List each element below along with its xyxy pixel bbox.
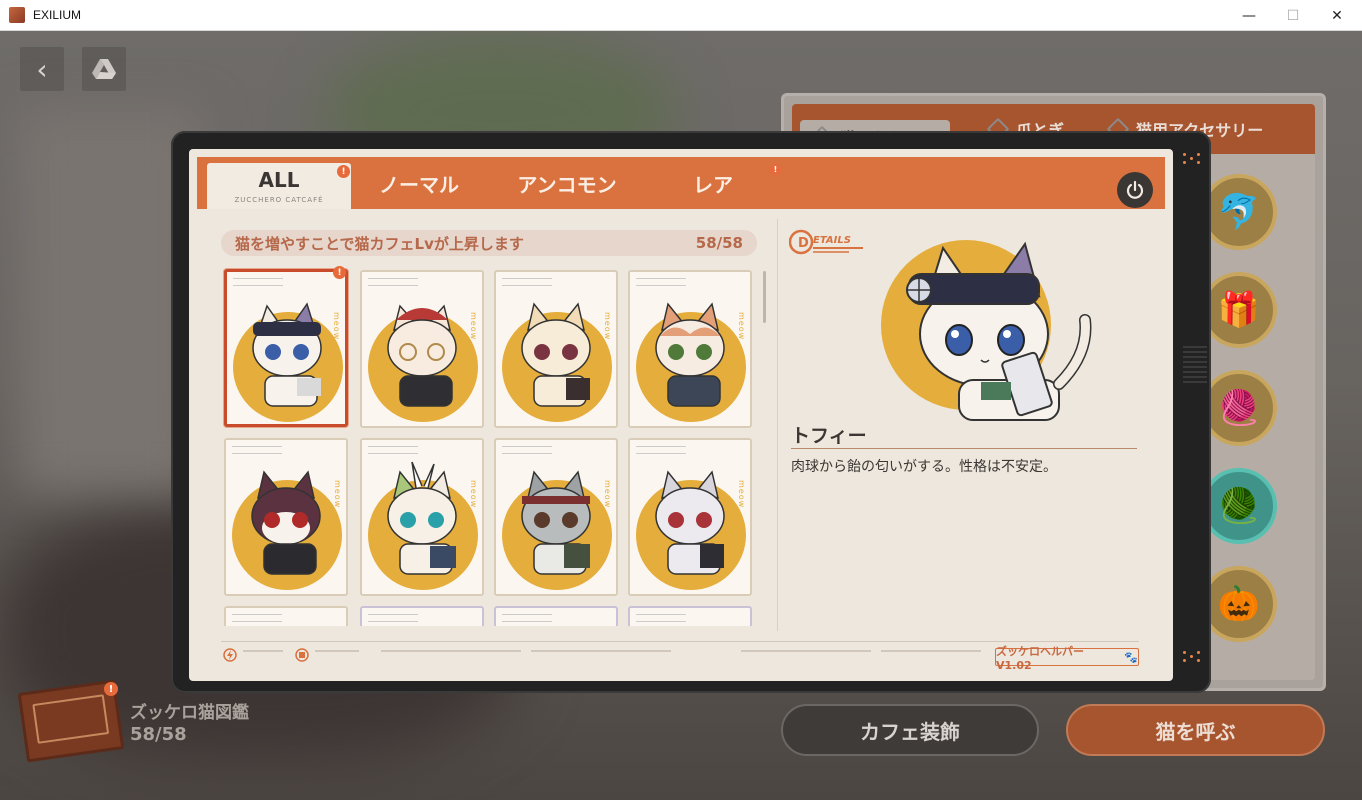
maximize-button[interactable]: ☐ — [1270, 0, 1316, 31]
cat-portrait — [252, 302, 322, 407]
grid-scrollbar[interactable] — [763, 271, 766, 323]
cat-portrait — [387, 461, 457, 575]
card-header — [368, 446, 418, 454]
corner-dots — [1183, 651, 1205, 667]
tab-rare[interactable]: レア — [667, 157, 759, 209]
notification-badge: ! — [337, 165, 350, 178]
cat-portrait — [387, 304, 457, 407]
card-header — [232, 614, 282, 622]
cat-description: 肉球から飴の匂いがする。性格は不安定。 — [791, 459, 1057, 475]
rarity-tabbar: ALL ZUCCHERO CATCAFÉ ! ノーマル アンコモン レア ! — [197, 157, 1165, 209]
yarn-ball-green-icon[interactable]: 🧶 — [1201, 468, 1277, 544]
app-icon — [9, 7, 25, 23]
cat-card[interactable]: meow — [628, 438, 752, 596]
tab-label: ALL — [258, 168, 300, 192]
book-label — [32, 694, 110, 744]
cat-portrait — [521, 302, 591, 407]
fine-print — [243, 650, 283, 652]
fine-print — [381, 650, 521, 652]
card-header — [368, 278, 418, 286]
cat-portrait — [251, 470, 321, 575]
cat-card[interactable]: meow — [494, 270, 618, 428]
cat-name: トフィー — [791, 425, 867, 447]
details-logo-text: ETAILS — [813, 235, 851, 246]
card-header — [502, 614, 552, 622]
card-header — [502, 278, 552, 286]
card-header — [636, 278, 686, 286]
power-button[interactable] — [1117, 172, 1153, 208]
card-header — [232, 446, 282, 454]
cat-card[interactable] — [360, 606, 484, 626]
cat-card-grid: meow ! meow meow meow meow meow meow meo… — [221, 266, 757, 626]
power-icon — [1126, 180, 1144, 199]
detail-cat-portrait — [906, 241, 1092, 421]
dolphin-toy-icon[interactable]: 🐬 — [1201, 174, 1277, 250]
yarn-ball-red-icon[interactable]: 🧶 — [1201, 370, 1277, 446]
notification-badge: ! — [770, 164, 781, 175]
cat-card[interactable] — [224, 606, 348, 626]
fine-print — [881, 650, 981, 652]
cat-card[interactable]: meow — [628, 270, 752, 428]
cat-portrait — [655, 302, 725, 407]
tab-uncommon[interactable]: アンコモン — [497, 157, 637, 209]
drive-icon — [92, 59, 116, 79]
corner-dots — [1183, 153, 1205, 169]
paw-icon: 🐾 — [1124, 650, 1138, 664]
notification-badge: ! — [333, 266, 346, 279]
back-button[interactable]: ‹ — [20, 47, 64, 91]
cat-card[interactable] — [628, 606, 752, 626]
panel-divider — [777, 219, 778, 631]
cat-portrait — [655, 470, 725, 575]
version-text: ズッケロヘルパー V1.02 — [996, 644, 1084, 672]
cat-card[interactable]: meow — [224, 438, 348, 596]
name-underline — [791, 448, 1137, 449]
info-text: 猫を増やすことで猫カフェLvが上昇します — [235, 234, 524, 253]
bolt-icon — [223, 648, 237, 662]
cafe-level-info-bar: 猫を増やすことで猫カフェLvが上昇します 58/58 — [221, 230, 757, 256]
minimize-button[interactable]: — — [1226, 0, 1272, 31]
tab-normal[interactable]: ノーマル — [363, 157, 475, 209]
info-count: 58/58 — [695, 234, 743, 252]
card-header — [636, 446, 686, 454]
badge-icon — [295, 648, 309, 662]
drive-button[interactable] — [82, 47, 126, 91]
fine-print — [741, 650, 871, 652]
close-button[interactable]: ✕ — [1314, 0, 1360, 31]
encyclopedia-count: 58/58 — [130, 724, 187, 745]
version-label: ズッケロヘルパー V1.02 🐾 — [995, 645, 1139, 672]
encyclopedia-title: ズッケロ猫図鑑 — [130, 703, 249, 723]
chevron-left-icon: ‹ — [36, 52, 48, 86]
cat-portrait — [521, 470, 591, 575]
fine-print — [531, 650, 671, 652]
shelf-item-list: 🐬 🎁 🧶 🧶 🎃 — [1201, 174, 1279, 664]
cat-card[interactable]: meow — [360, 270, 484, 428]
cat-card-toffee[interactable]: meow — [224, 269, 348, 427]
tab-subtitle: ZUCCHERO CATCAFÉ — [234, 196, 324, 204]
details-logo-text: D — [798, 236, 809, 251]
card-header — [502, 446, 552, 454]
window-titlebar: EXILIUM — ☐ ✕ — [0, 0, 1362, 31]
cafe-decor-button[interactable]: カフェ装飾 — [781, 704, 1039, 756]
card-header — [368, 614, 418, 622]
notification-badge: ! — [104, 682, 118, 696]
card-header — [636, 614, 686, 622]
details-logo: D ETAILS — [789, 229, 863, 255]
call-cat-button[interactable]: 猫を呼ぶ — [1066, 704, 1325, 756]
encyclopedia-screen: ALL ZUCCHERO CATCAFÉ ! ノーマル アンコモン レア ! 猫… — [189, 149, 1173, 681]
cat-card[interactable]: meow — [360, 438, 484, 596]
cat-card[interactable] — [494, 606, 618, 626]
cat-card[interactable]: meow — [494, 438, 618, 596]
fine-print — [315, 650, 359, 652]
gift-box-icon[interactable]: 🎁 — [1201, 272, 1277, 348]
window-title: EXILIUM — [33, 8, 82, 22]
card-header — [233, 278, 283, 286]
pumpkin-icon[interactable]: 🎃 — [1201, 566, 1277, 642]
tab-all[interactable]: ALL ZUCCHERO CATCAFÉ — [207, 163, 351, 209]
